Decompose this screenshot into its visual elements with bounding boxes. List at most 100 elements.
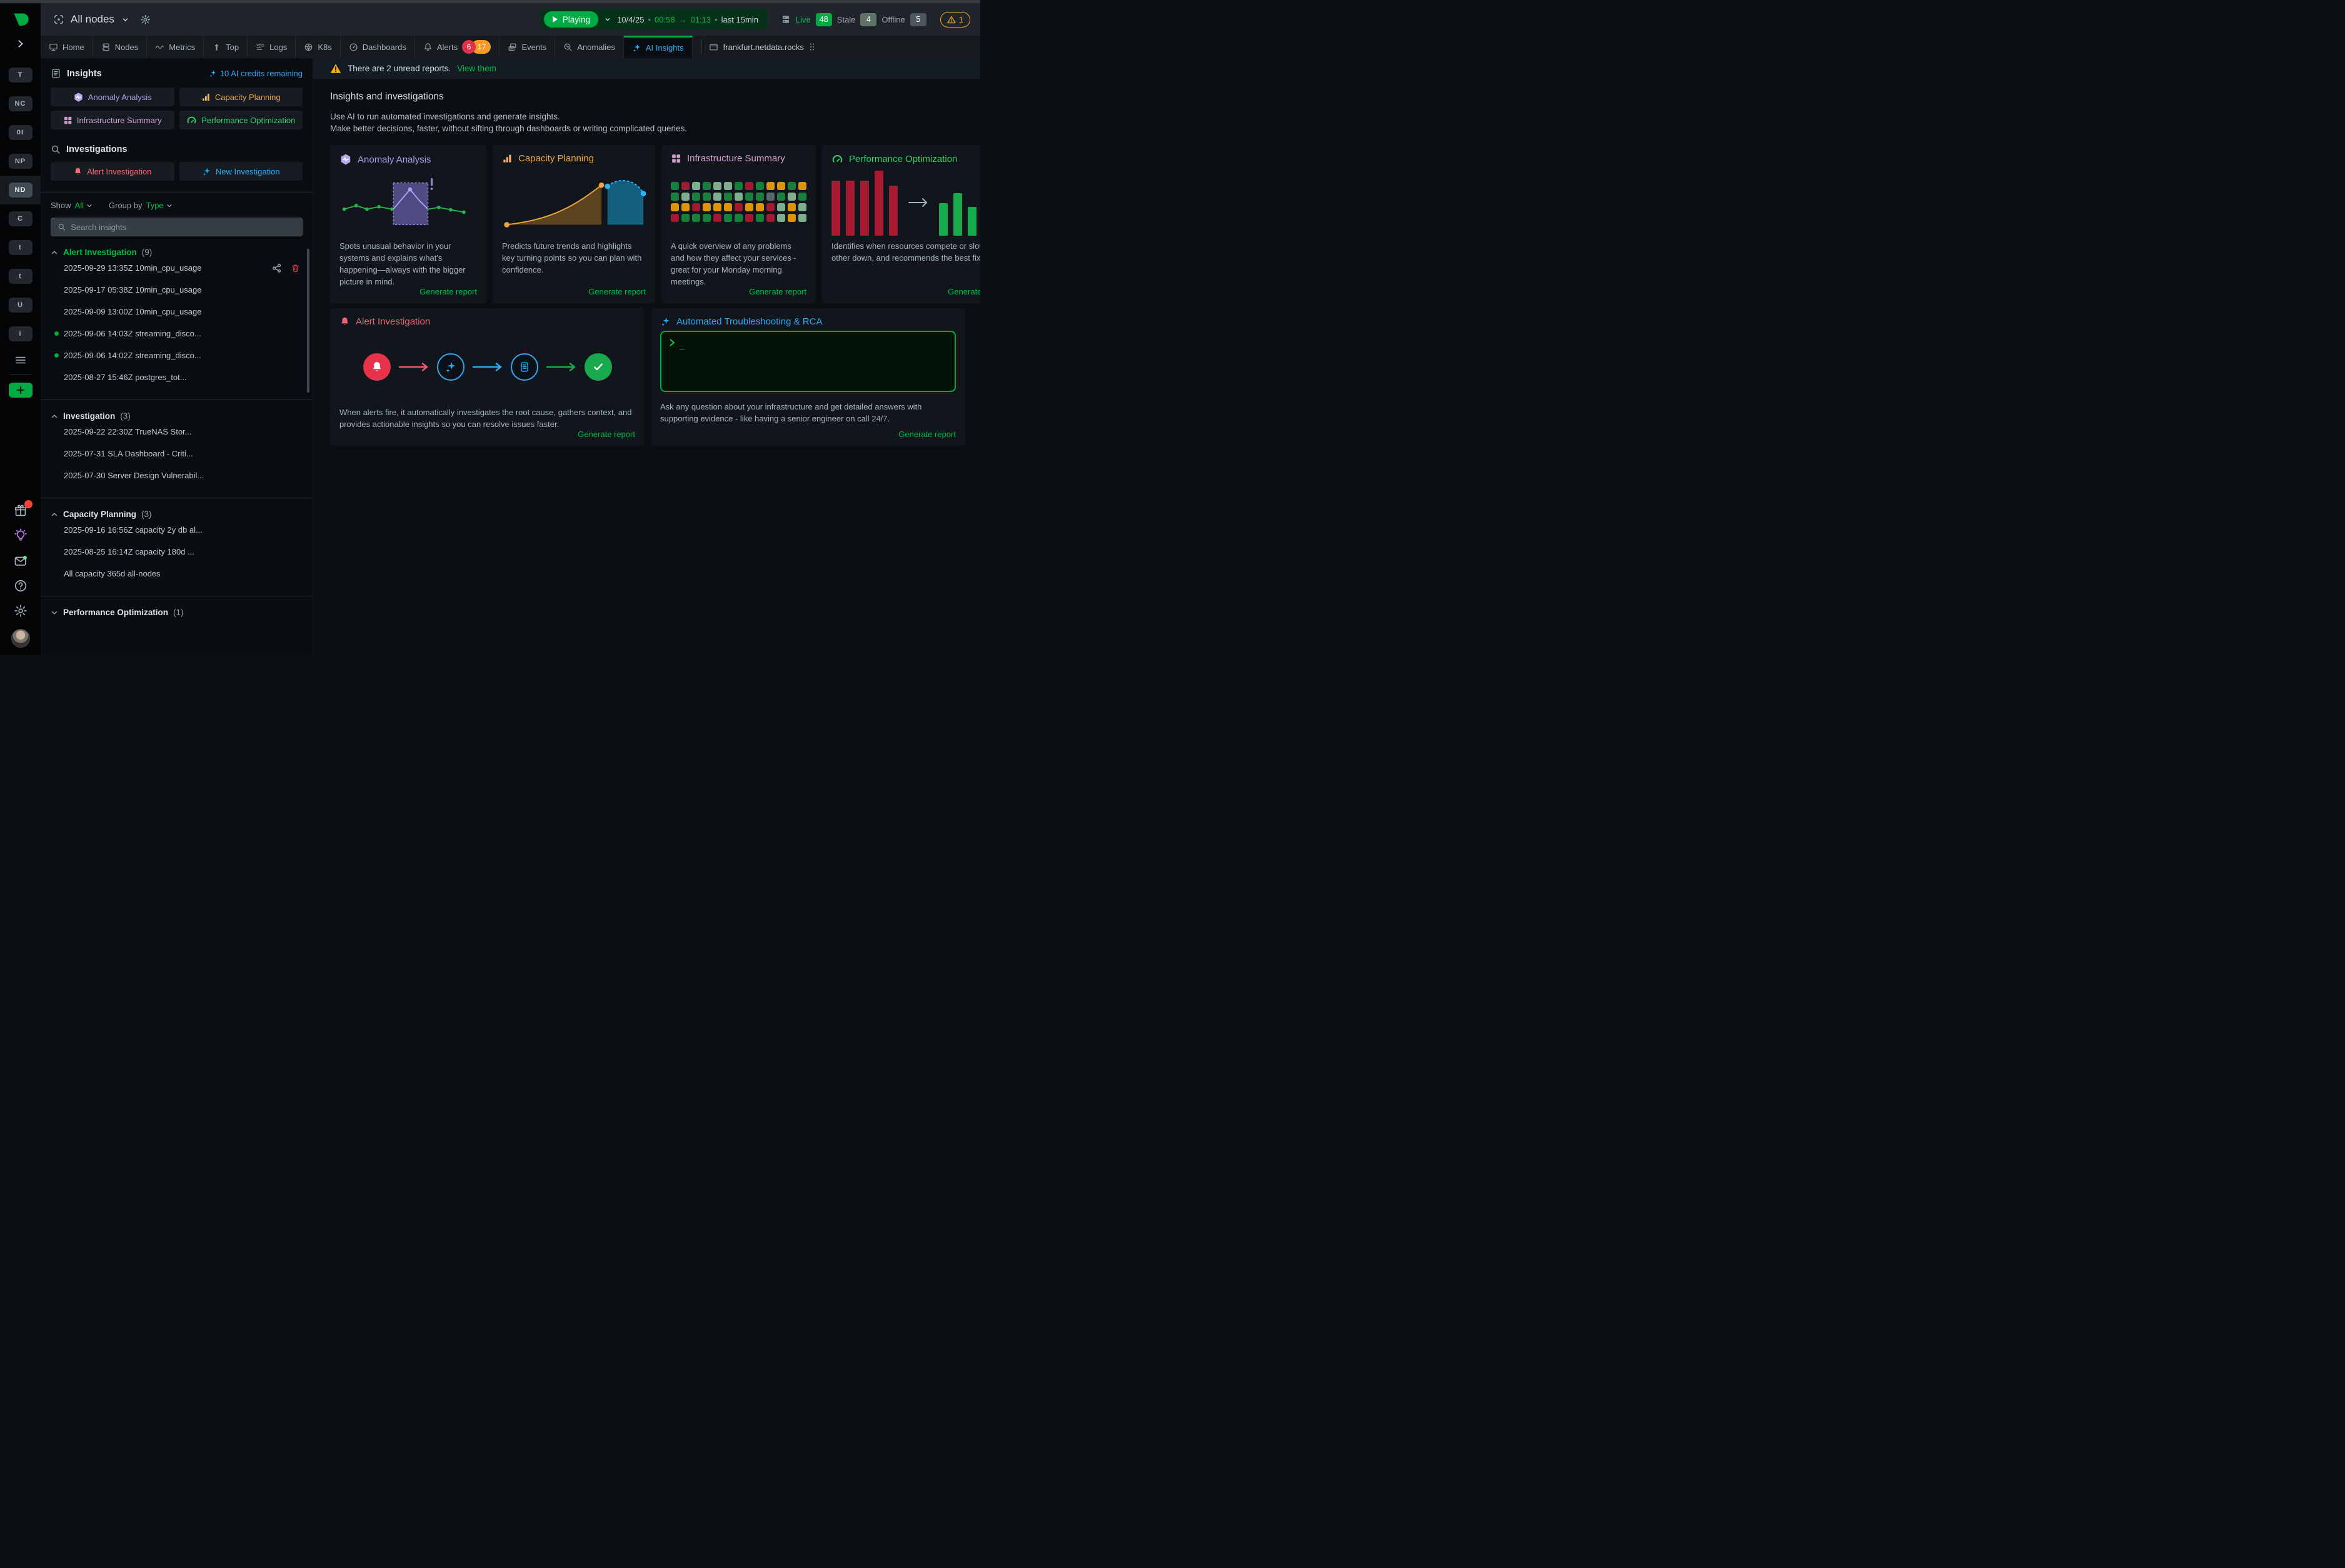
tab-anomalies[interactable]: Anomalies (555, 36, 624, 58)
generate-report-link[interactable]: Generate report (948, 287, 980, 296)
alerts-warning-pill[interactable]: 1 (940, 12, 970, 28)
node-status-filter[interactable]: Live 48 Stale 4 Offline 5 (781, 13, 926, 26)
space-tile[interactable]: 0I (9, 125, 33, 140)
unread-dot (54, 331, 59, 336)
cards-row-1: Anomaly Analysis Spots unusual behavior … (330, 145, 965, 303)
space-tile-active[interactable]: ND (9, 183, 33, 198)
tab-ai-insights[interactable]: AI Insights (624, 36, 693, 58)
search-insights-input[interactable] (71, 223, 296, 232)
generate-report-link[interactable]: Generate report (578, 430, 635, 439)
anomalies-magnifier-icon (563, 43, 573, 52)
infra-cell (724, 203, 732, 211)
section-capacity-planning[interactable]: Capacity Planning (3) (51, 510, 303, 519)
feedback-bulb-icon[interactable] (14, 529, 28, 543)
infra-grid (671, 182, 806, 222)
netdata-logo-icon[interactable] (11, 11, 30, 29)
card-title-row: Infrastructure Summary (671, 153, 806, 164)
arrow-right-icon (908, 197, 929, 208)
card-title-row: Alert Investigation (339, 316, 635, 327)
rail-expand-icon[interactable] (16, 39, 25, 48)
insight-item[interactable]: 2025-09-29 13:35Z 10min_cpu_usage (51, 257, 303, 279)
space-tile[interactable]: t (9, 240, 33, 255)
scope-settings-gear-icon[interactable] (140, 14, 151, 25)
invite-mail-icon[interactable] (14, 554, 28, 568)
group-by-dropdown[interactable]: Type (146, 201, 172, 210)
space-tile-row: i (0, 319, 41, 348)
anomaly-analysis-button[interactable]: Anomaly Analysis (51, 88, 174, 106)
space-tile[interactable]: T (9, 68, 33, 83)
space-tile[interactable]: NP (9, 154, 33, 169)
tab-metrics[interactable]: Metrics (147, 36, 204, 58)
space-tile[interactable]: U (9, 298, 33, 313)
help-icon[interactable] (14, 579, 28, 593)
space-tile-row-active: ND (0, 176, 41, 204)
space-tile[interactable]: i (9, 326, 33, 341)
section-investigation[interactable]: Investigation (3) (51, 411, 303, 421)
chevron-down-icon (51, 609, 58, 616)
node-scope-selector[interactable]: All nodes (53, 13, 129, 26)
ai-credits-link[interactable]: 10 AI credits remaining (209, 69, 303, 78)
new-investigation-button[interactable]: New Investigation (179, 162, 303, 181)
insight-item[interactable]: 2025-09-09 13:00Z 10min_cpu_usage (51, 301, 303, 323)
insight-item[interactable]: 2025-08-27 15:46Z postgres_tot... (51, 366, 303, 388)
trash-icon[interactable] (291, 263, 300, 273)
infra-cell (724, 182, 732, 190)
rail-divider (10, 374, 31, 375)
chevron-up-icon (51, 249, 58, 256)
tab-node-frankfurt[interactable]: frankfurt.netdata.rocks (701, 36, 823, 58)
sidebar-scrollbar-thumb[interactable] (307, 249, 309, 393)
chevron-down-icon[interactable] (605, 16, 611, 23)
insight-item[interactable]: 2025-09-06 14:03Z streaming_disco... (51, 323, 303, 344)
play-button[interactable]: Playing (544, 11, 598, 28)
settings-gear-icon[interactable] (14, 604, 28, 618)
view-reports-link[interactable]: View them (457, 64, 496, 73)
card-automated-troubleshooting-rca: Automated Troubleshooting & RCA _ Ask an… (651, 308, 965, 446)
user-avatar[interactable] (11, 629, 30, 648)
show-filter-dropdown[interactable]: All (75, 201, 93, 210)
stale-label: Stale (837, 15, 856, 24)
generate-report-link[interactable]: Generate report (898, 430, 956, 439)
capacity-planning-button[interactable]: Capacity Planning (179, 88, 303, 106)
share-icon[interactable] (272, 263, 282, 273)
report-step (511, 353, 538, 381)
infra-cell (713, 214, 721, 222)
infrastructure-summary-button[interactable]: Infrastructure Summary (51, 111, 174, 129)
insight-item[interactable]: 2025-09-22 22:30Z TrueNAS Stor... (51, 421, 303, 443)
section-alert-investigation[interactable]: Alert Investigation (9) (51, 248, 303, 257)
insight-item[interactable]: 2025-09-06 14:02Z streaming_disco... (51, 344, 303, 366)
time-control[interactable]: Playing 10/4/25 • 00:58 → 01:13 • last 1… (541, 9, 767, 30)
play-label: Playing (563, 15, 590, 24)
infrastructure-illustration (671, 164, 806, 240)
whats-new-gift-icon[interactable] (14, 504, 28, 518)
tab-events[interactable]: Events (500, 36, 555, 58)
tab-logs[interactable]: Logs (248, 36, 296, 58)
space-tile[interactable]: C (9, 211, 33, 226)
generate-report-link[interactable]: Generate report (749, 287, 806, 296)
tab-alerts[interactable]: Alerts 6 17 (415, 36, 500, 58)
tab-home[interactable]: Home (41, 36, 93, 58)
section-performance-optimization[interactable]: Performance Optimization (1) (51, 608, 303, 617)
insight-item[interactable]: 2025-09-16 16:56Z capacity 2y db al... (51, 519, 303, 541)
generate-report-link[interactable]: Generate report (588, 287, 646, 296)
tab-dashboards[interactable]: Dashboards (341, 36, 415, 58)
insight-item[interactable]: 2025-08-25 16:14Z capacity 180d ... (51, 541, 303, 563)
tab-nodes[interactable]: Nodes (93, 36, 148, 58)
performance-optimization-button[interactable]: Performance Optimization (179, 111, 303, 129)
space-tile[interactable]: t (9, 269, 33, 284)
bell-icon (339, 316, 350, 327)
insight-item[interactable]: 2025-07-30 Server Design Vulnerabil... (51, 465, 303, 486)
space-tile[interactable]: NC (9, 96, 33, 111)
insight-item[interactable]: 2025-07-31 SLA Dashboard - Criti... (51, 443, 303, 465)
generate-report-link[interactable]: Generate report (419, 287, 477, 296)
insight-item[interactable]: All capacity 365d all-nodes (51, 563, 303, 585)
spaces-menu-icon[interactable] (15, 356, 26, 364)
drag-grip-icon[interactable] (809, 43, 815, 51)
end-time: 01:13 (691, 15, 711, 24)
intro-line-2: Make better decisions, faster, without s… (330, 123, 965, 134)
banner-text: There are 2 unread reports. (348, 64, 451, 73)
tab-top[interactable]: Top (204, 36, 248, 58)
insight-item[interactable]: 2025-09-17 05:38Z 10min_cpu_usage (51, 279, 303, 301)
add-space-button[interactable] (9, 383, 33, 398)
tab-k8s[interactable]: K8s (296, 36, 340, 58)
alert-investigation-button[interactable]: Alert Investigation (51, 162, 174, 181)
